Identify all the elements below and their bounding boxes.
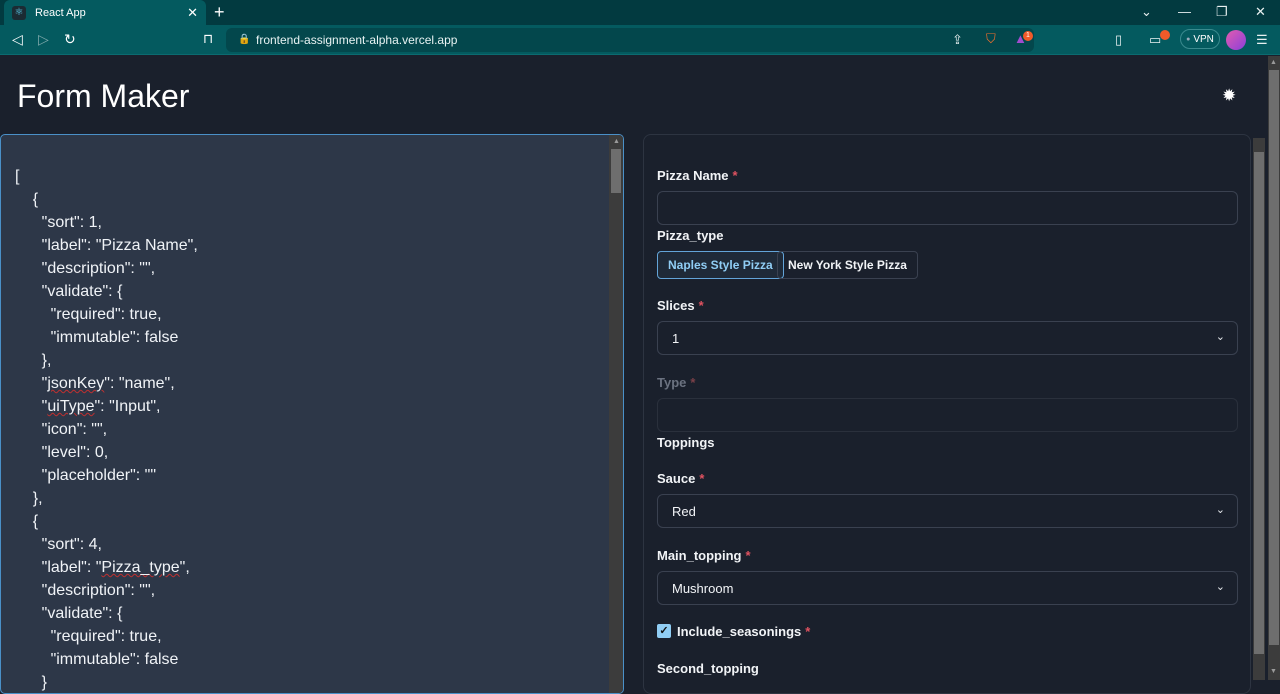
type-input[interactable] <box>657 398 1238 432</box>
pizza-name-label: Pizza Name * <box>657 168 738 183</box>
browser-toolbar: ◁ ▷ ↻ ⊓ 🔒 frontend-assignment-alpha.verc… <box>0 25 1280 55</box>
react-icon: ⚛ <box>12 5 26 20</box>
lock-icon: 🔒 <box>238 34 251 45</box>
scroll-down-icon[interactable]: ▼ <box>1270 668 1277 675</box>
form-preview: Pizza Name * Pizza_type Naples Style Pizz… <box>643 134 1251 694</box>
main-topping-label: Main_topping * <box>657 548 751 563</box>
share-icon[interactable]: ⇪ <box>952 32 963 48</box>
vpn-button[interactable]: ● VPN <box>1180 29 1220 49</box>
slices-select[interactable]: 1 ⌄ <box>657 321 1238 355</box>
pizza-name-input[interactable] <box>657 191 1238 225</box>
back-icon[interactable]: ◁ <box>12 31 23 48</box>
tab-close-icon[interactable]: ✕ <box>187 5 198 21</box>
tab-search-icon[interactable]: ⌄ <box>1141 4 1152 20</box>
vpn-label: VPN <box>1193 33 1214 45</box>
url-text[interactable]: frontend-assignment-alpha.vercel.app <box>256 33 457 47</box>
address-bar[interactable]: 🔒 frontend-assignment-alpha.vercel.app ⇪… <box>226 28 1034 52</box>
page-scrollbar[interactable]: ▲ ▼ <box>1268 56 1280 680</box>
required-mark: * <box>690 375 696 390</box>
brave-shield-icon[interactable]: ⛉ <box>986 31 996 47</box>
page: Form Maker ✹ [ { "sort": 1, "label": "Pi… <box>0 56 1268 694</box>
sidebar-icon[interactable]: ▯ <box>1115 32 1122 48</box>
sun-icon[interactable]: ✹ <box>1222 86 1236 106</box>
browser-tab[interactable]: ⚛ React App ✕ <box>4 0 206 25</box>
form-scrollbar[interactable] <box>1253 138 1265 680</box>
required-mark: * <box>732 168 738 183</box>
new-tab-button[interactable]: + <box>214 2 225 23</box>
scroll-up-icon[interactable]: ▲ <box>1270 59 1277 66</box>
close-window-button[interactable]: ✕ <box>1255 4 1266 20</box>
main-topping-select[interactable]: Mushroom ⌄ <box>657 571 1238 605</box>
editor-scroll-thumb[interactable] <box>611 149 621 193</box>
required-mark: * <box>698 298 704 313</box>
required-mark: * <box>805 624 811 639</box>
profile-avatar[interactable] <box>1226 30 1246 50</box>
pizza-type-option-new-york[interactable]: New York Style Pizza <box>777 251 918 279</box>
vpn-status-icon: ● <box>1186 35 1191 43</box>
sauce-label: Sauce * <box>657 471 705 486</box>
toppings-heading: Toppings <box>657 435 715 450</box>
minimize-button[interactable]: — <box>1178 4 1191 19</box>
menu-icon[interactable]: ☰ <box>1256 32 1268 48</box>
reload-icon[interactable]: ↻ <box>64 31 76 48</box>
editor-scrollbar[interactable]: ▲ <box>609 135 623 693</box>
slices-label: Slices * <box>657 298 704 313</box>
form-scroll-thumb[interactable] <box>1254 152 1264 654</box>
required-mark: * <box>699 471 705 486</box>
include-seasonings-checkbox[interactable]: ✓ <box>657 624 671 638</box>
restore-button[interactable]: ❐ <box>1216 4 1228 20</box>
chevron-down-icon: ⌄ <box>1215 581 1225 593</box>
second-topping-label: Second_topping <box>657 661 759 676</box>
bookmark-icon[interactable]: ⊓ <box>203 31 213 47</box>
include-seasonings-label[interactable]: Include_seasonings * <box>677 624 810 639</box>
tab-title: React App <box>35 6 86 19</box>
forward-icon[interactable]: ▷ <box>38 31 49 48</box>
scroll-up-icon[interactable]: ▲ <box>613 138 620 145</box>
sauce-select[interactable]: Red ⌄ <box>657 494 1238 528</box>
json-editor-text[interactable]: [ { "sort": 1, "label": "Pizza Name", "d… <box>15 165 198 693</box>
pizza-type-option-naples[interactable]: Naples Style Pizza <box>657 251 784 279</box>
json-editor[interactable]: [ { "sort": 1, "label": "Pizza Name", "d… <box>0 134 624 694</box>
browser-titlebar: ⚛ React App ✕ + ⌄ — ❐ ✕ <box>0 0 1280 25</box>
notification-badge: 1 <box>1023 31 1033 41</box>
chevron-down-icon: ⌄ <box>1215 504 1225 516</box>
wallet-badge <box>1160 30 1170 40</box>
chevron-down-icon: ⌄ <box>1215 331 1225 343</box>
type-label: Type * <box>657 375 696 390</box>
page-scroll-thumb[interactable] <box>1269 70 1279 645</box>
required-mark: * <box>745 548 751 563</box>
checkmark-icon: ✓ <box>659 625 669 637</box>
page-title: Form Maker <box>17 78 190 114</box>
pizza-type-label: Pizza_type <box>657 228 724 243</box>
